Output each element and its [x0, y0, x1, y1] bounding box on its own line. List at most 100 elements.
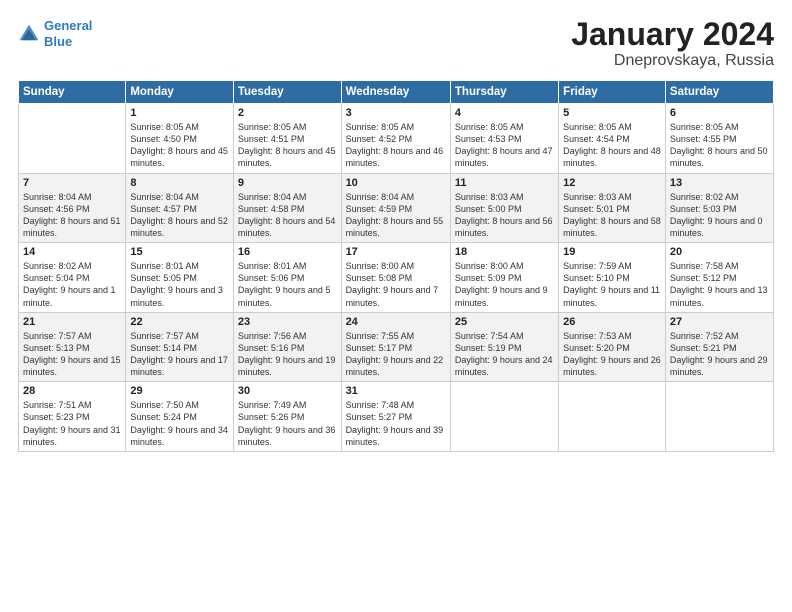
day-info: Sunrise: 7:59 AMSunset: 5:10 PMDaylight:…: [563, 260, 661, 309]
day-number: 28: [23, 385, 121, 397]
weekday-header-cell: Tuesday: [233, 81, 341, 104]
day-info: Sunrise: 7:56 AMSunset: 5:16 PMDaylight:…: [238, 330, 337, 379]
calendar-day-cell: 8 Sunrise: 8:04 AMSunset: 4:57 PMDaylight…: [126, 173, 234, 243]
day-info: Sunrise: 8:05 AMSunset: 4:54 PMDaylight:…: [563, 121, 661, 170]
day-number: 19: [563, 246, 661, 258]
logo-text: General Blue: [44, 18, 92, 49]
day-number: 29: [130, 385, 229, 397]
calendar-day-cell: 5 Sunrise: 8:05 AMSunset: 4:54 PMDaylight…: [559, 104, 666, 174]
day-number: 6: [670, 107, 769, 119]
day-number: 2: [238, 107, 337, 119]
title-block: January 2024 Dneprovskaya, Russia: [571, 18, 774, 70]
weekday-header-cell: Thursday: [450, 81, 558, 104]
calendar-day-cell: 22Sunrise: 7:57 AMSunset: 5:14 PMDayligh…: [126, 312, 234, 382]
calendar-day-cell: 27 Sunrise: 7:52 AMSunset: 5:21 PMDayligh…: [665, 312, 773, 382]
day-info: Sunrise: 7:55 AMSunset: 5:17 PMDaylight:…: [346, 330, 446, 379]
calendar-day-cell: 30Sunrise: 7:49 AMSunset: 5:26 PMDayligh…: [233, 382, 341, 452]
day-info: Sunrise: 7:54 AMSunset: 5:19 PMDaylight:…: [455, 330, 554, 379]
day-info: Sunrise: 8:00 AMSunset: 5:08 PMDaylight:…: [346, 260, 446, 309]
day-number: 25: [455, 316, 554, 328]
logo-icon: [18, 23, 40, 45]
day-number: 8: [130, 177, 229, 189]
calendar-day-cell: 23 Sunrise: 7:56 AMSunset: 5:16 PMDayligh…: [233, 312, 341, 382]
day-number: 11: [455, 177, 554, 189]
day-info: Sunrise: 8:02 AMSunset: 5:04 PMDaylight:…: [23, 260, 121, 309]
day-number: 12: [563, 177, 661, 189]
day-number: 17: [346, 246, 446, 258]
day-number: 14: [23, 246, 121, 258]
calendar-day-cell: 13 Sunrise: 8:02 AMSunset: 5:03 PMDayligh…: [665, 173, 773, 243]
calendar-body: 1Sunrise: 8:05 AMSunset: 4:50 PMDaylight…: [19, 104, 774, 452]
day-number: 22: [130, 316, 229, 328]
day-number: 9: [238, 177, 337, 189]
day-info: Sunrise: 8:03 AMSunset: 5:01 PMDaylight:…: [563, 191, 661, 240]
day-number: 16: [238, 246, 337, 258]
calendar-day-cell: 6Sunrise: 8:05 AMSunset: 4:55 PMDaylight…: [665, 104, 773, 174]
day-info: Sunrise: 8:03 AMSunset: 5:00 PMDaylight:…: [455, 191, 554, 240]
calendar-day-cell: 12 Sunrise: 8:03 AMSunset: 5:01 PMDayligh…: [559, 173, 666, 243]
day-number: 24: [346, 316, 446, 328]
day-info: Sunrise: 8:04 AMSunset: 4:58 PMDaylight:…: [238, 191, 337, 240]
calendar-day-cell: 2 Sunrise: 8:05 AMSunset: 4:51 PMDaylight…: [233, 104, 341, 174]
day-number: 23: [238, 316, 337, 328]
day-info: Sunrise: 8:00 AMSunset: 5:09 PMDaylight:…: [455, 260, 554, 309]
day-info: Sunrise: 7:52 AMSunset: 5:21 PMDaylight:…: [670, 330, 769, 379]
calendar-day-cell: 7Sunrise: 8:04 AMSunset: 4:56 PMDaylight…: [19, 173, 126, 243]
calendar-day-cell: [19, 104, 126, 174]
calendar-day-cell: 26 Sunrise: 7:53 AMSunset: 5:20 PMDayligh…: [559, 312, 666, 382]
logo: General Blue: [18, 18, 92, 49]
calendar-day-cell: 10Sunrise: 8:04 AMSunset: 4:59 PMDayligh…: [341, 173, 450, 243]
day-info: Sunrise: 7:57 AMSunset: 5:13 PMDaylight:…: [23, 330, 121, 379]
day-number: 13: [670, 177, 769, 189]
calendar-week-row: 1Sunrise: 8:05 AMSunset: 4:50 PMDaylight…: [19, 104, 774, 174]
calendar-day-cell: [450, 382, 558, 452]
calendar-day-cell: 11 Sunrise: 8:03 AMSunset: 5:00 PMDayligh…: [450, 173, 558, 243]
calendar-day-cell: 24 Sunrise: 7:55 AMSunset: 5:17 PMDayligh…: [341, 312, 450, 382]
location-title: Dneprovskaya, Russia: [571, 52, 774, 70]
calendar-day-cell: 21 Sunrise: 7:57 AMSunset: 5:13 PMDayligh…: [19, 312, 126, 382]
weekday-header-row: SundayMondayTuesdayWednesdayThursdayFrid…: [19, 81, 774, 104]
day-info: Sunrise: 7:50 AMSunset: 5:24 PMDaylight:…: [130, 399, 229, 448]
weekday-header-cell: Friday: [559, 81, 666, 104]
calendar-week-row: 14 Sunrise: 8:02 AMSunset: 5:04 PMDayligh…: [19, 243, 774, 313]
weekday-header-cell: Monday: [126, 81, 234, 104]
calendar-week-row: 21 Sunrise: 7:57 AMSunset: 5:13 PMDayligh…: [19, 312, 774, 382]
calendar-day-cell: 31 Sunrise: 7:48 AMSunset: 5:27 PMDayligh…: [341, 382, 450, 452]
day-number: 5: [563, 107, 661, 119]
day-info: Sunrise: 8:01 AMSunset: 5:05 PMDaylight:…: [130, 260, 229, 309]
day-number: 30: [238, 385, 337, 397]
day-number: 3: [346, 107, 446, 119]
day-number: 31: [346, 385, 446, 397]
calendar-day-cell: 25 Sunrise: 7:54 AMSunset: 5:19 PMDayligh…: [450, 312, 558, 382]
calendar-day-cell: 3 Sunrise: 8:05 AMSunset: 4:52 PMDaylight…: [341, 104, 450, 174]
day-info: Sunrise: 8:04 AMSunset: 4:57 PMDaylight:…: [130, 191, 229, 240]
calendar-day-cell: 19 Sunrise: 7:59 AMSunset: 5:10 PMDayligh…: [559, 243, 666, 313]
day-info: Sunrise: 8:05 AMSunset: 4:52 PMDaylight:…: [346, 121, 446, 170]
day-number: 15: [130, 246, 229, 258]
calendar-day-cell: 17 Sunrise: 8:00 AMSunset: 5:08 PMDayligh…: [341, 243, 450, 313]
day-number: 4: [455, 107, 554, 119]
day-info: Sunrise: 8:05 AMSunset: 4:53 PMDaylight:…: [455, 121, 554, 170]
day-number: 18: [455, 246, 554, 258]
day-info: Sunrise: 8:05 AMSunset: 4:51 PMDaylight:…: [238, 121, 337, 170]
day-info: Sunrise: 8:02 AMSunset: 5:03 PMDaylight:…: [670, 191, 769, 240]
calendar-day-cell: 20Sunrise: 7:58 AMSunset: 5:12 PMDayligh…: [665, 243, 773, 313]
day-number: 27: [670, 316, 769, 328]
calendar-day-cell: [665, 382, 773, 452]
calendar-day-cell: 28Sunrise: 7:51 AMSunset: 5:23 PMDayligh…: [19, 382, 126, 452]
weekday-header-cell: Saturday: [665, 81, 773, 104]
day-number: 21: [23, 316, 121, 328]
calendar-week-row: 7Sunrise: 8:04 AMSunset: 4:56 PMDaylight…: [19, 173, 774, 243]
calendar-day-cell: 14 Sunrise: 8:02 AMSunset: 5:04 PMDayligh…: [19, 243, 126, 313]
weekday-header-cell: Sunday: [19, 81, 126, 104]
calendar-day-cell: 1Sunrise: 8:05 AMSunset: 4:50 PMDaylight…: [126, 104, 234, 174]
day-info: Sunrise: 7:53 AMSunset: 5:20 PMDaylight:…: [563, 330, 661, 379]
month-title: January 2024: [571, 18, 774, 50]
day-info: Sunrise: 8:01 AMSunset: 5:06 PMDaylight:…: [238, 260, 337, 309]
day-number: 26: [563, 316, 661, 328]
calendar-day-cell: 15 Sunrise: 8:01 AMSunset: 5:05 PMDayligh…: [126, 243, 234, 313]
calendar-day-cell: [559, 382, 666, 452]
calendar-day-cell: 16 Sunrise: 8:01 AMSunset: 5:06 PMDayligh…: [233, 243, 341, 313]
day-info: Sunrise: 7:48 AMSunset: 5:27 PMDaylight:…: [346, 399, 446, 448]
page: General Blue January 2024 Dneprovskaya, …: [0, 0, 792, 612]
